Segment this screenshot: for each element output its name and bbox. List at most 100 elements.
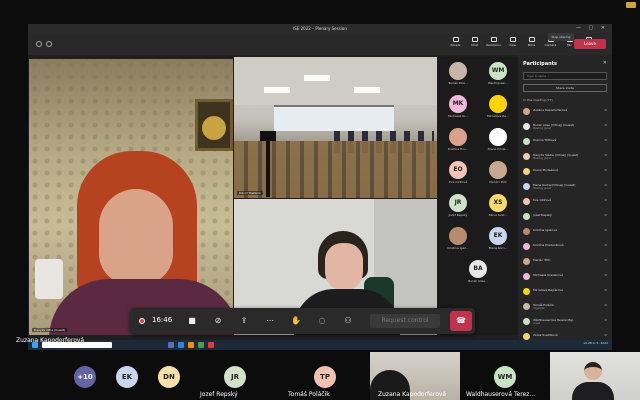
in-meeting-header[interactable]: In this meeting (77) [523,98,553,102]
participant-row[interactable]: Jozef Repský ⊘ [523,212,609,223]
people-icon[interactable]: ⚇ [342,315,354,326]
participant-row[interactable]: Eva Oldřová ⊘ [523,197,609,208]
participant-row[interactable]: Elena Korkar(Vrtnej) (Guest) Meeting gues… [523,182,609,193]
close-icon[interactable]: ✕ [603,60,607,66]
participant-name: Diana Pinde... [487,147,509,151]
participant-avatar [523,258,530,265]
participant-row[interactable]: Burak Alisa (Vrtnej) (Guest) Meeting gues… [523,122,609,133]
gallery-avatar[interactable]: DN [158,366,180,388]
tool-people[interactable]: People [448,37,463,47]
person-face [99,189,173,285]
participant-role: Meeting guest [533,187,551,190]
raise-hand-icon[interactable]: ✋ [290,315,302,326]
participant-thumbnail[interactable]: Tomáš Polá... [438,59,478,92]
app-icon [208,342,214,348]
participant-row[interactable]: Kristína Igazová ⊘ [523,227,609,238]
request-control-button[interactable]: Request control [370,314,440,328]
tool-more[interactable]: More [524,37,539,47]
record-status-icon [46,41,52,47]
tool-reactions[interactable]: Reactions [486,37,501,47]
video-tile-main[interactable]: Danyliv Olha (Guest) [29,59,233,335]
mic-off-icon[interactable]: ⊘ [212,315,224,326]
gallery-avatar[interactable]: TP [314,366,336,388]
participant-name: Michaela Kreslerová [533,273,564,277]
participant-row[interactable]: Tomáš Poláčik Organizer ⊘ [523,302,609,313]
window-controls[interactable]: — ▢ ✕ [576,25,608,31]
participant-role: Meeting guest [533,157,551,160]
gallery-strip: +10 EK DN JR Jozef Repský TP Tomáš Poláč… [0,352,640,400]
gallery-avatar[interactable]: JR [224,366,246,388]
gallery-avatar[interactable]: EK [116,366,138,388]
participant-thumbnail[interactable]: EO Eva Oldřová [438,158,478,191]
participant-name: Michaela Kr... [447,114,469,118]
participant-name: Elena Korn... [488,246,508,250]
recording-icon [139,318,145,324]
participant-avatar [523,138,530,145]
participant-name: Zuzana Kapodorferová [533,108,568,112]
mic-off-icon: ⊘ [604,243,607,247]
participant-thumbnail[interactable]: EK Elena Korn... [478,224,518,257]
participant-row[interactable]: Zuzana Kapodorferová ⊘ [523,107,609,118]
app-icon [198,342,204,348]
participant-thumbnail[interactable]: JR Jozef Repský [438,191,478,224]
more-options-icon[interactable]: ⋯ [264,315,276,326]
participant-thumbnail[interactable]: MK Michaela Kr... [438,92,478,125]
mic-off-icon: ⊘ [604,303,607,307]
self-video[interactable] [550,352,640,400]
participant-name: Miroslava Rajčárová [533,288,564,292]
participant-name: Burak Alisa... [468,279,488,283]
participant-name: Miroslava Ra... [487,114,509,118]
participant-row[interactable]: Marián Tóth ⊘ [523,257,609,268]
participant-thumbnail[interactable]: Miroslava Ra... [478,92,518,125]
mic-off-icon: ⊘ [604,213,607,217]
participant-row[interactable]: Michaela Kreslerová ⊘ [523,272,609,283]
participant-avatar [523,318,530,325]
participant-thumbnail[interactable]: Kristína Igaz... [438,224,478,257]
shield-icon [36,41,42,47]
chair-rows [234,141,437,198]
presenter-label: Zuzana Kapodorferová [16,337,85,344]
participant-thumbnail[interactable]: WM Waldhauser... [478,59,518,92]
video-tile-room[interactable]: Dávid Stefanik [234,57,437,198]
participant-name: Marián Tóth [533,258,551,262]
participant-avatar: JR [449,194,467,212]
participant-thumbnail[interactable]: Diana Pinde... [478,125,518,158]
participant-avatar [523,303,530,310]
participant-name: Xénia Svet... [488,213,508,217]
gallery-avatar[interactable]: WM [494,366,516,388]
leave-button[interactable]: Leave [574,39,606,49]
camera-icon[interactable]: ■ [186,315,198,326]
chat-icon [471,37,478,42]
participant-name: Waldhauser... [487,81,509,85]
app-icon [168,342,174,348]
stop-sharing-button[interactable]: Stop sharing [548,33,574,41]
video-camera [260,131,276,141]
participant-thumbnail[interactable]: BA Burak Alisa... [458,257,498,290]
participant-avatar: BA [469,260,487,278]
participant-search-input[interactable]: Type a name [523,72,607,80]
participant-avatar [523,168,530,175]
participant-thumbnail[interactable]: Marián Tóth [478,158,518,191]
participant-row[interactable]: Danyliv Nadia (Vrtnej) (Guest) Meeting gu… [523,152,609,163]
person-body [572,382,614,400]
participant-row[interactable]: Kristína Predaniková ⊘ [523,242,609,253]
participant-row[interactable]: Dianna Tóthová ⊘ [523,137,609,148]
participant-name: Eva Oldřová [448,180,468,184]
share-screen-icon[interactable]: ⇪ [238,315,250,326]
more-participants-button[interactable]: +10 [74,366,96,388]
chat-icon[interactable]: ◌ [316,315,328,326]
participant-thumbnail[interactable]: Kristína Hru... [438,125,478,158]
mic-off-icon: ⊘ [604,198,607,202]
participant-name: Kristína Hru... [447,147,469,151]
participant-row[interactable]: Waldhauserová Tereza Mgr. Guest ⊘ [523,317,609,328]
share-invite-button[interactable]: Share invite [523,84,607,92]
mic-off-icon: ⊘ [604,138,607,142]
participant-row[interactable]: Diana Pindešová ⊘ [523,167,609,178]
ceiling [234,57,437,105]
tool-view[interactable]: View [505,37,520,47]
hang-up-button[interactable]: ☎ [450,311,472,331]
tool-chat[interactable]: Chat [467,37,482,47]
participant-avatar [523,273,530,280]
participant-row[interactable]: Miroslava Rajčárová ⊘ [523,287,609,298]
participant-thumbnail[interactable]: XS Xénia Svet... [478,191,518,224]
